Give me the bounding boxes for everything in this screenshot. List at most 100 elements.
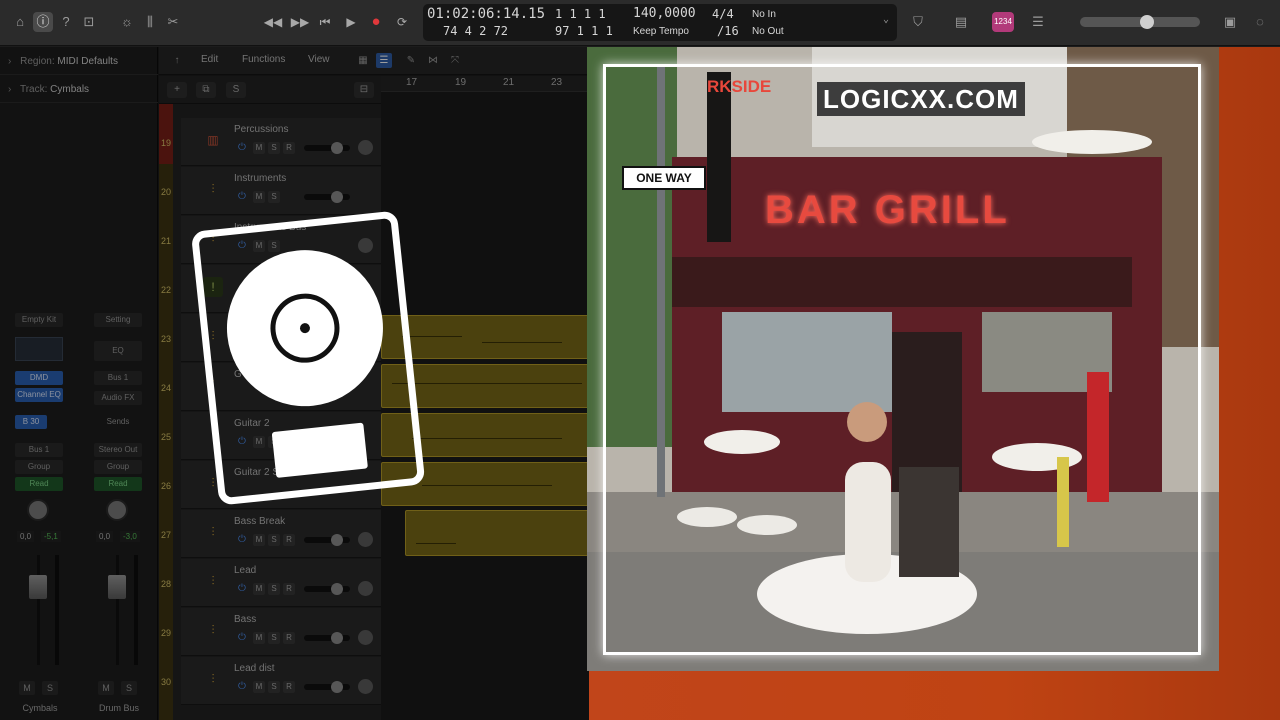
- cycle-button[interactable]: ⟳: [391, 12, 413, 32]
- midi-region[interactable]: [405, 510, 589, 556]
- mute-button[interactable]: M: [253, 632, 265, 644]
- mute-button[interactable]: M: [19, 681, 35, 695]
- track-volume-slider[interactable]: [304, 145, 350, 151]
- track-volume-slider[interactable]: [304, 586, 350, 592]
- back-arrow-icon[interactable]: ↑: [169, 53, 185, 68]
- disclosure-arrow-icon[interactable]: ›: [8, 56, 11, 67]
- track-header[interactable]: ⫶ Instruments ⏻ M S: [181, 167, 381, 215]
- loop-browser-icon[interactable]: ◌: [1250, 12, 1270, 32]
- track-volume-slider[interactable]: [304, 194, 350, 200]
- track-header[interactable]: ⫶ Lead dist ⏻ M S R: [181, 657, 381, 705]
- add-track-button[interactable]: +: [167, 82, 187, 98]
- send-slot[interactable]: B 30: [15, 415, 47, 429]
- master-volume-knob[interactable]: [1140, 15, 1154, 29]
- power-icon[interactable]: ⏻: [236, 191, 248, 203]
- solo-button[interactable]: S: [268, 534, 280, 546]
- solo-button[interactable]: S: [268, 142, 280, 154]
- solo-button[interactable]: S: [268, 681, 280, 693]
- mute-button[interactable]: M: [253, 681, 265, 693]
- setting-button[interactable]: Setting: [94, 313, 142, 327]
- solo-button[interactable]: S: [268, 191, 280, 203]
- snap-icon[interactable]: ⤧: [447, 53, 463, 68]
- record-enable-button[interactable]: R: [283, 681, 295, 693]
- counter-badge[interactable]: 1234: [992, 12, 1014, 32]
- mute-button[interactable]: M: [253, 583, 265, 595]
- track-volume-knob[interactable]: [331, 583, 343, 595]
- note-pad-icon[interactable]: ▤: [951, 12, 971, 32]
- power-icon[interactable]: ⏻: [236, 142, 248, 154]
- mute-button[interactable]: M: [253, 191, 265, 203]
- track-header[interactable]: ▥ Percussions ⏻ M S R: [181, 118, 381, 166]
- functions-menu[interactable]: Functions: [242, 54, 285, 65]
- record-enable-button[interactable]: R: [283, 534, 295, 546]
- solo-button[interactable]: S: [268, 632, 280, 644]
- track-volume-knob[interactable]: [331, 534, 343, 546]
- pan-knob[interactable]: [27, 499, 49, 521]
- group-slot[interactable]: Group: [15, 460, 63, 474]
- shield-icon[interactable]: ⛉: [908, 12, 928, 32]
- power-icon[interactable]: ⏻: [236, 681, 248, 693]
- track-header[interactable]: ⫶ Bass ⏻ M S R: [181, 608, 381, 656]
- rewind-button[interactable]: ◀◀: [262, 12, 284, 32]
- inbox-icon[interactable]: ⊡: [79, 12, 99, 32]
- mute-button[interactable]: M: [253, 142, 265, 154]
- setting-button[interactable]: Empty Kit: [15, 313, 63, 327]
- solo-global-button[interactable]: S: [226, 82, 246, 98]
- eq-thumbnail[interactable]: [15, 337, 63, 361]
- power-icon[interactable]: ⏻: [236, 583, 248, 595]
- track-volume-knob[interactable]: [331, 632, 343, 644]
- catch-icon[interactable]: ⊟: [354, 82, 374, 98]
- mixer-icon[interactable]: ⫼: [140, 12, 160, 32]
- duplicate-track-icon[interactable]: ⧉: [196, 82, 216, 98]
- track-pan-knob[interactable]: [358, 532, 373, 547]
- brightness-icon[interactable]: ☼: [117, 12, 137, 32]
- library-icon[interactable]: ⌂: [10, 12, 30, 32]
- record-enable-button[interactable]: R: [283, 632, 295, 644]
- audio-fx-slot[interactable]: Audio FX: [94, 391, 142, 405]
- track-header[interactable]: ⫶ Lead ⏻ M S R: [181, 559, 381, 607]
- view-menu[interactable]: View: [308, 54, 330, 65]
- volume-fader-track[interactable]: [37, 555, 40, 665]
- plugin-slot-2[interactable]: Channel EQ: [15, 388, 63, 402]
- track-volume-slider[interactable]: [304, 684, 350, 690]
- group-slot[interactable]: Group: [94, 460, 142, 474]
- scissors-icon[interactable]: ✂: [163, 12, 183, 32]
- go-to-start-button[interactable]: ⏮: [314, 12, 336, 32]
- mute-button[interactable]: M: [98, 681, 114, 695]
- record-enable-button[interactable]: R: [283, 142, 295, 154]
- record-enable-button[interactable]: R: [283, 583, 295, 595]
- track-header[interactable]: ⫶ Bass Break ⏻ M S R: [181, 510, 381, 558]
- pencil-tool-icon[interactable]: ✎: [403, 53, 419, 68]
- pan-knob[interactable]: [106, 499, 128, 521]
- record-button[interactable]: ●: [365, 12, 387, 32]
- fast-forward-button[interactable]: ▶▶: [289, 12, 311, 32]
- track-pan-knob[interactable]: [358, 581, 373, 596]
- sends-slot[interactable]: Sends: [94, 415, 142, 429]
- region-inspector-header[interactable]: › Region: MIDI Defaults: [0, 49, 158, 75]
- track-inspector-header[interactable]: › Track: Cymbals: [0, 77, 158, 103]
- solo-button[interactable]: S: [42, 681, 58, 695]
- automation-mode[interactable]: Read: [94, 477, 142, 491]
- disclosure-arrow-icon[interactable]: ›: [8, 84, 11, 95]
- mute-button[interactable]: M: [253, 534, 265, 546]
- track-volume-knob[interactable]: [331, 681, 343, 693]
- solo-button[interactable]: S: [121, 681, 137, 695]
- track-volume-knob[interactable]: [331, 142, 343, 154]
- eq-button[interactable]: EQ: [94, 341, 142, 361]
- flex-tool-icon[interactable]: ⋈: [425, 53, 441, 68]
- list-view-icon[interactable]: ☰: [376, 53, 392, 68]
- track-volume-slider[interactable]: [304, 635, 350, 641]
- info-icon[interactable]: ⓘ: [33, 12, 53, 32]
- play-button[interactable]: ▶: [340, 12, 362, 32]
- track-pan-knob[interactable]: [358, 630, 373, 645]
- browser-icon[interactable]: ▣: [1220, 12, 1240, 32]
- track-pan-knob[interactable]: [358, 679, 373, 694]
- plugin-slot-1[interactable]: DMD: [15, 371, 63, 385]
- volume-fader-cap[interactable]: [108, 575, 126, 599]
- volume-fader-cap[interactable]: [29, 575, 47, 599]
- chevron-down-icon[interactable]: ⌄: [883, 14, 889, 25]
- bar-ruler[interactable]: 17 19 21 23: [381, 76, 589, 92]
- lcd-display[interactable]: 01:02:06:14.15 74 4 2 72 1 1 1 1 97 1 1 …: [423, 4, 897, 41]
- edit-menu[interactable]: Edit: [201, 54, 218, 65]
- track-volume-slider[interactable]: [304, 537, 350, 543]
